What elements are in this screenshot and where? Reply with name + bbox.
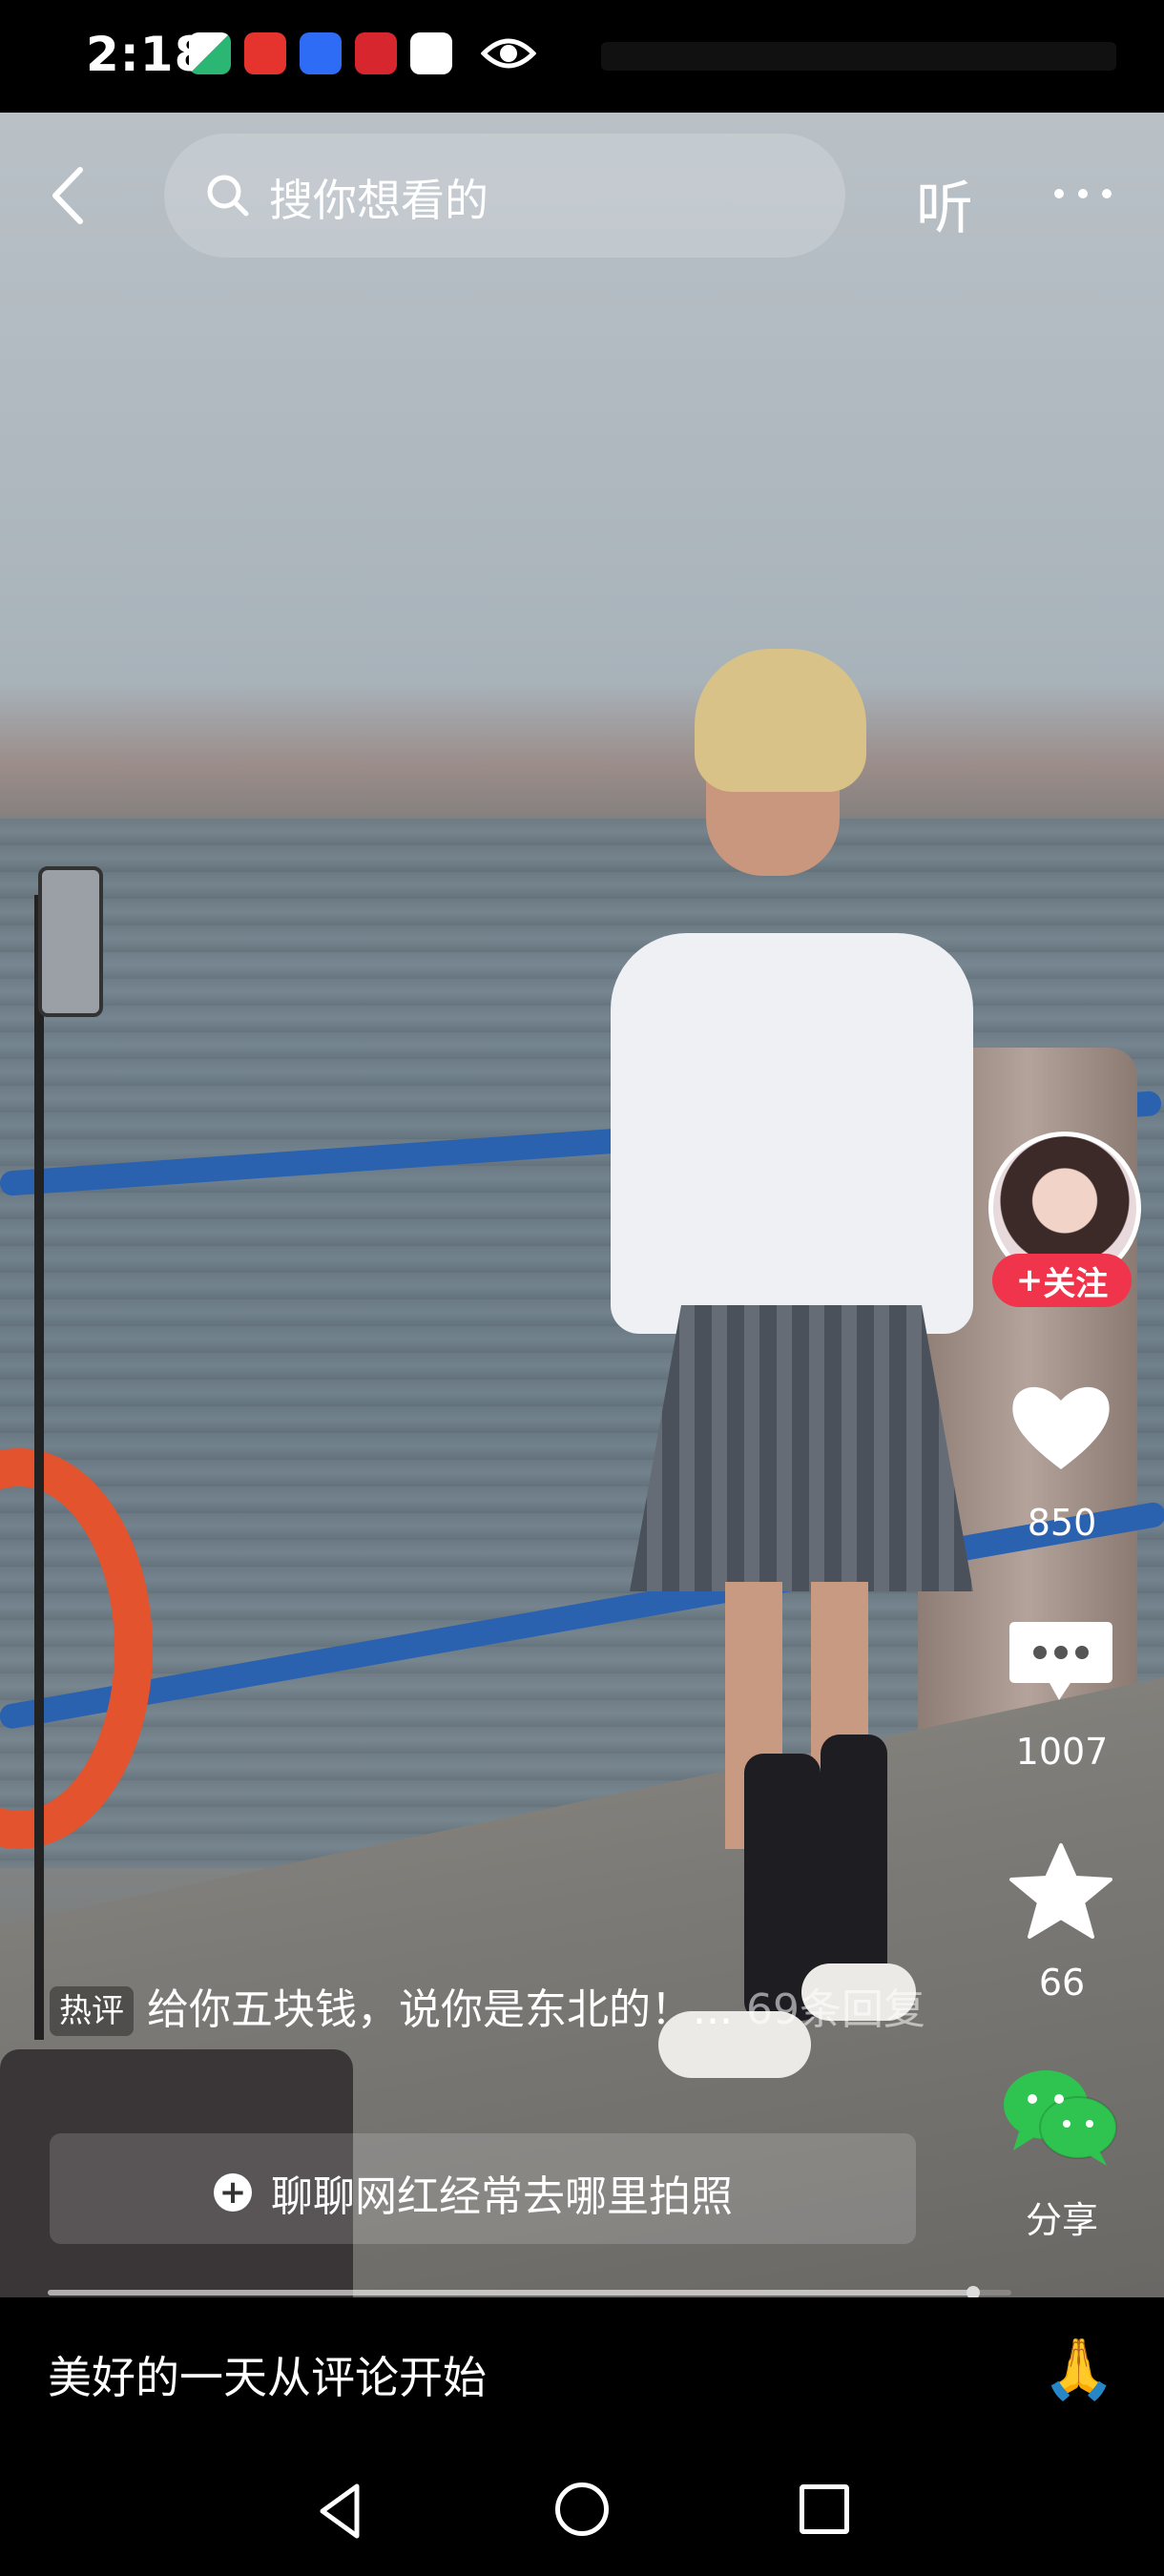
comment-icon[interactable] — [1004, 1609, 1118, 1714]
share-label[interactable]: 分享 — [954, 2191, 1164, 2243]
follow-button[interactable]: + 关注 — [992, 1254, 1132, 1307]
favorite-star-icon[interactable] — [1004, 1839, 1118, 1944]
video-person-skirt — [630, 1305, 973, 1591]
system-nav-bar — [0, 2450, 1164, 2576]
red-packet-icon — [244, 32, 286, 74]
search-bar[interactable]: 搜你想看的 — [164, 134, 845, 258]
hot-comment-tag: 热评 — [50, 1986, 134, 2036]
hot-comment-replies[interactable]: 69条回复 — [746, 1985, 925, 2034]
ai-chat-suggestion-inner: + 聊聊网红经常去哪里拍照 — [214, 2162, 733, 2223]
status-bar: 2:18 — [0, 0, 1164, 113]
search-icon — [207, 175, 249, 217]
video-phone-on-tripod — [38, 866, 103, 1017]
grinning-squint-emoji-icon[interactable]: 😆 — [918, 2334, 980, 2403]
follow-label: 关注 — [1043, 1264, 1109, 1303]
back-arrow-icon[interactable] — [42, 162, 99, 229]
listen-button[interactable]: 听 — [916, 162, 973, 245]
nav-back-triangle-icon[interactable] — [313, 2481, 370, 2542]
video-person-sock — [821, 1735, 887, 1983]
video-tripod — [34, 895, 44, 2040]
plus-icon: + — [1015, 1261, 1044, 1299]
search-placeholder: 搜你想看的 — [269, 175, 488, 226]
hot-comment[interactable]: 热评 给你五块钱，说你是东北的！... 69条回复 — [50, 1981, 927, 2040]
praying-hands-emoji-icon[interactable]: 🙏 — [1042, 2334, 1115, 2404]
eye-icon — [481, 38, 536, 69]
comment-count: 1007 — [1015, 1731, 1109, 1773]
like-heart-icon[interactable] — [1004, 1374, 1118, 1479]
comment-input-bar[interactable]: 美好的一天从评论开始 😂 😆 🙏 — [0, 2297, 1164, 2450]
ai-chat-suggestion[interactable]: + 聊聊网红经常去哪里拍照 — [50, 2133, 916, 2244]
status-system-icons — [601, 42, 1116, 71]
hot-comment-text: 给你五块钱，说你是东北的！... — [147, 1985, 733, 2034]
like-count: 850 — [1027, 1502, 1097, 1544]
video-progress-fill — [48, 2290, 973, 2296]
status-app-icons — [189, 32, 452, 74]
nav-recents-square-icon[interactable] — [800, 2484, 849, 2534]
app-notification-icon — [189, 32, 231, 74]
voice-app-icon — [300, 32, 342, 74]
ai-chat-suggestion-label: 聊聊网红经常去哪里拍照 — [271, 2172, 733, 2221]
wechat-share-icon[interactable] — [998, 2065, 1122, 2170]
video-person-shirt — [611, 933, 973, 1334]
nav-home-circle-icon[interactable] — [555, 2483, 609, 2536]
comment-input-placeholder: 美好的一天从评论开始 — [48, 2352, 487, 2403]
music-app-icon — [355, 32, 397, 74]
browser-app-icon — [410, 32, 452, 74]
video-person-hair — [695, 649, 866, 792]
favorite-count: 66 — [1038, 1962, 1086, 2004]
laughing-tears-emoji-icon[interactable]: 😂 — [794, 2334, 863, 2403]
plus-circle-icon: + — [214, 2173, 252, 2212]
more-options-icon[interactable] — [1050, 179, 1116, 208]
video-progress-bar[interactable] — [48, 2286, 1011, 2299]
